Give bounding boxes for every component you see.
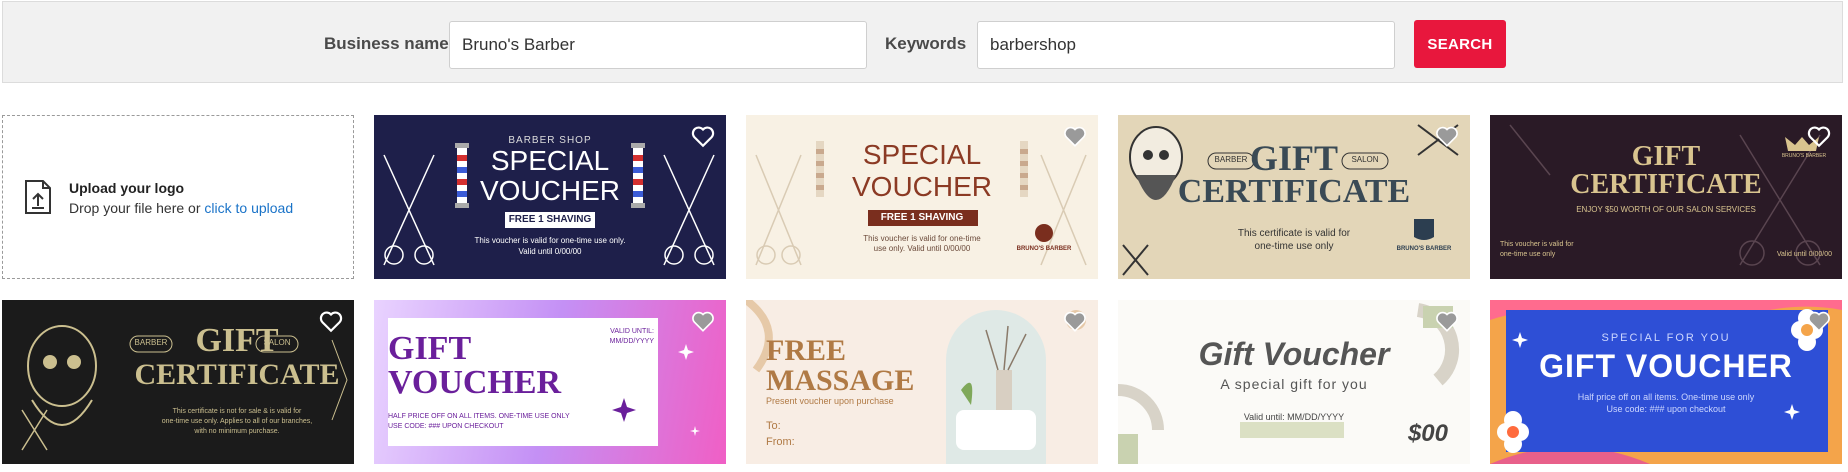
- template-card-1[interactable]: BARBER SHOP SPECIAL VOUCHER FREE 1 SHAVI…: [374, 115, 726, 279]
- upload-text: Drop your file here or click to upload: [69, 200, 294, 216]
- card-footer-1: This voucher is valid for: [1500, 241, 1574, 248]
- card-footer-2: Use code: ### upon checkout: [1606, 404, 1726, 414]
- heart-icon[interactable]: [1806, 308, 1832, 334]
- card-subtitle: ENJOY $50 WORTH OF OUR SALON SERVICES: [1576, 205, 1756, 214]
- card-footer-3: with no minimum purchase.: [194, 428, 280, 435]
- heart-icon[interactable]: [1806, 123, 1832, 149]
- card-kicker: SPECIAL FOR YOU: [1601, 332, 1731, 344]
- template-card-4[interactable]: GIFT CERTIFICATE ENJOY $50 WORTH OF OUR …: [1490, 115, 1842, 279]
- keywords-input[interactable]: [977, 21, 1395, 69]
- card-title-line2: VOUCHER: [388, 364, 562, 401]
- keywords-label: Keywords: [885, 34, 967, 53]
- business-name-label: Business name: [324, 34, 449, 53]
- heart-icon[interactable]: [1062, 308, 1088, 334]
- template-card-9[interactable]: SPECIAL FOR YOU GIFT VOUCHER Half price …: [1490, 300, 1842, 464]
- card-footer-2: USE CODE: ### UPON CHECKOUT: [388, 423, 504, 430]
- card-ribbon: FREE 1 SHAVING: [880, 212, 964, 223]
- search-bar: Business name Keywords SEARCH: [2, 1, 1843, 83]
- card-footer-1: Half price off on all items. One-time us…: [1577, 392, 1755, 402]
- click-to-upload-link[interactable]: click to upload: [204, 200, 293, 216]
- upload-title: Upload your logo: [69, 180, 185, 196]
- card-brand: BRUNO'S BARBER: [1781, 153, 1827, 159]
- card-to: To:: [766, 420, 781, 432]
- template-card-3[interactable]: BARBER SALON GIFT CERTIFICATE This certi…: [1118, 115, 1470, 279]
- card-footer-1: This certificate is valid for: [1237, 228, 1351, 239]
- search-button[interactable]: SEARCH: [1414, 20, 1506, 68]
- card-amount: $00: [1407, 420, 1448, 447]
- card-title-line1: Gift Voucher: [1198, 336, 1390, 372]
- card-title-line2: VOUCHER: [479, 175, 620, 206]
- business-name-input[interactable]: [449, 21, 867, 69]
- heart-icon[interactable]: [690, 308, 716, 334]
- card-footer-1: HALF PRICE OFF ON ALL ITEMS. ONE-TIME US…: [388, 413, 570, 420]
- card-title-line2: VOUCHER: [851, 171, 992, 202]
- card-valid-date: MM/DD/YYYY: [609, 338, 654, 345]
- card-title-line1: GIFT: [195, 322, 279, 359]
- template-card-2[interactable]: SPECIAL VOUCHER FREE 1 SHAVING This vouc…: [746, 115, 1098, 279]
- card-title-line2: CERTIFICATE: [134, 358, 340, 391]
- card-brand: BRUNO'S BARBER: [1396, 246, 1452, 252]
- card-valid-label: VALID UNTIL:: [610, 328, 654, 335]
- card-valid-date: Valid until 0/00/00: [1776, 251, 1832, 258]
- card-title-line1: GIFT VOUCHER: [1539, 348, 1793, 384]
- card-footer-1: This voucher is valid for one-time: [863, 234, 981, 243]
- card-subtitle: Present voucher upon purchase: [766, 396, 894, 406]
- card-title-line2: A special gift for you: [1220, 376, 1368, 392]
- card-footer-1: This certificate is not for sale & is va…: [172, 408, 302, 415]
- card-title-line1: FREE: [766, 334, 847, 367]
- card-title-line2: CERTIFICATE: [1570, 169, 1762, 200]
- card-footer-2: one-time use only. Applies to all of our…: [161, 418, 313, 425]
- card-title-line1: SPECIAL: [490, 145, 610, 176]
- card-ribbon: FREE 1 SHAVING: [508, 214, 592, 225]
- card-footer-2: one-time use only: [1500, 251, 1556, 258]
- heart-icon[interactable]: [318, 308, 344, 334]
- card-title-line1: GIFT: [388, 330, 472, 367]
- upload-file-icon: [25, 180, 51, 214]
- card-brand: BRUNO'S BARBER: [1016, 246, 1072, 252]
- heart-icon[interactable]: [1434, 308, 1460, 334]
- template-card-8[interactable]: Gift Voucher A special gift for you Vali…: [1118, 300, 1470, 464]
- card-title-line2: CERTIFICATE: [1177, 173, 1411, 210]
- template-card-7[interactable]: FREE MASSAGE Present voucher upon purcha…: [746, 300, 1098, 464]
- heart-icon[interactable]: [1434, 123, 1460, 149]
- card-title-line2: MASSAGE: [766, 364, 915, 397]
- template-card-6[interactable]: GIFT VOUCHER VALID UNTIL: MM/DD/YYYY HAL…: [374, 300, 726, 464]
- card-footer-1: This voucher is valid for one-time use o…: [474, 236, 626, 245]
- heart-icon[interactable]: [1062, 123, 1088, 149]
- card-footer-2: Valid until 0/00/00: [518, 247, 582, 256]
- template-card-5[interactable]: BARBER SALON GIFT CERTIFICATE This certi…: [2, 300, 354, 464]
- card-from: From:: [766, 436, 795, 448]
- upload-logo-dropzone[interactable]: Upload your logo Drop your file here or …: [2, 115, 354, 279]
- heart-icon[interactable]: [690, 123, 716, 149]
- card-title-line1: SPECIAL: [862, 139, 982, 170]
